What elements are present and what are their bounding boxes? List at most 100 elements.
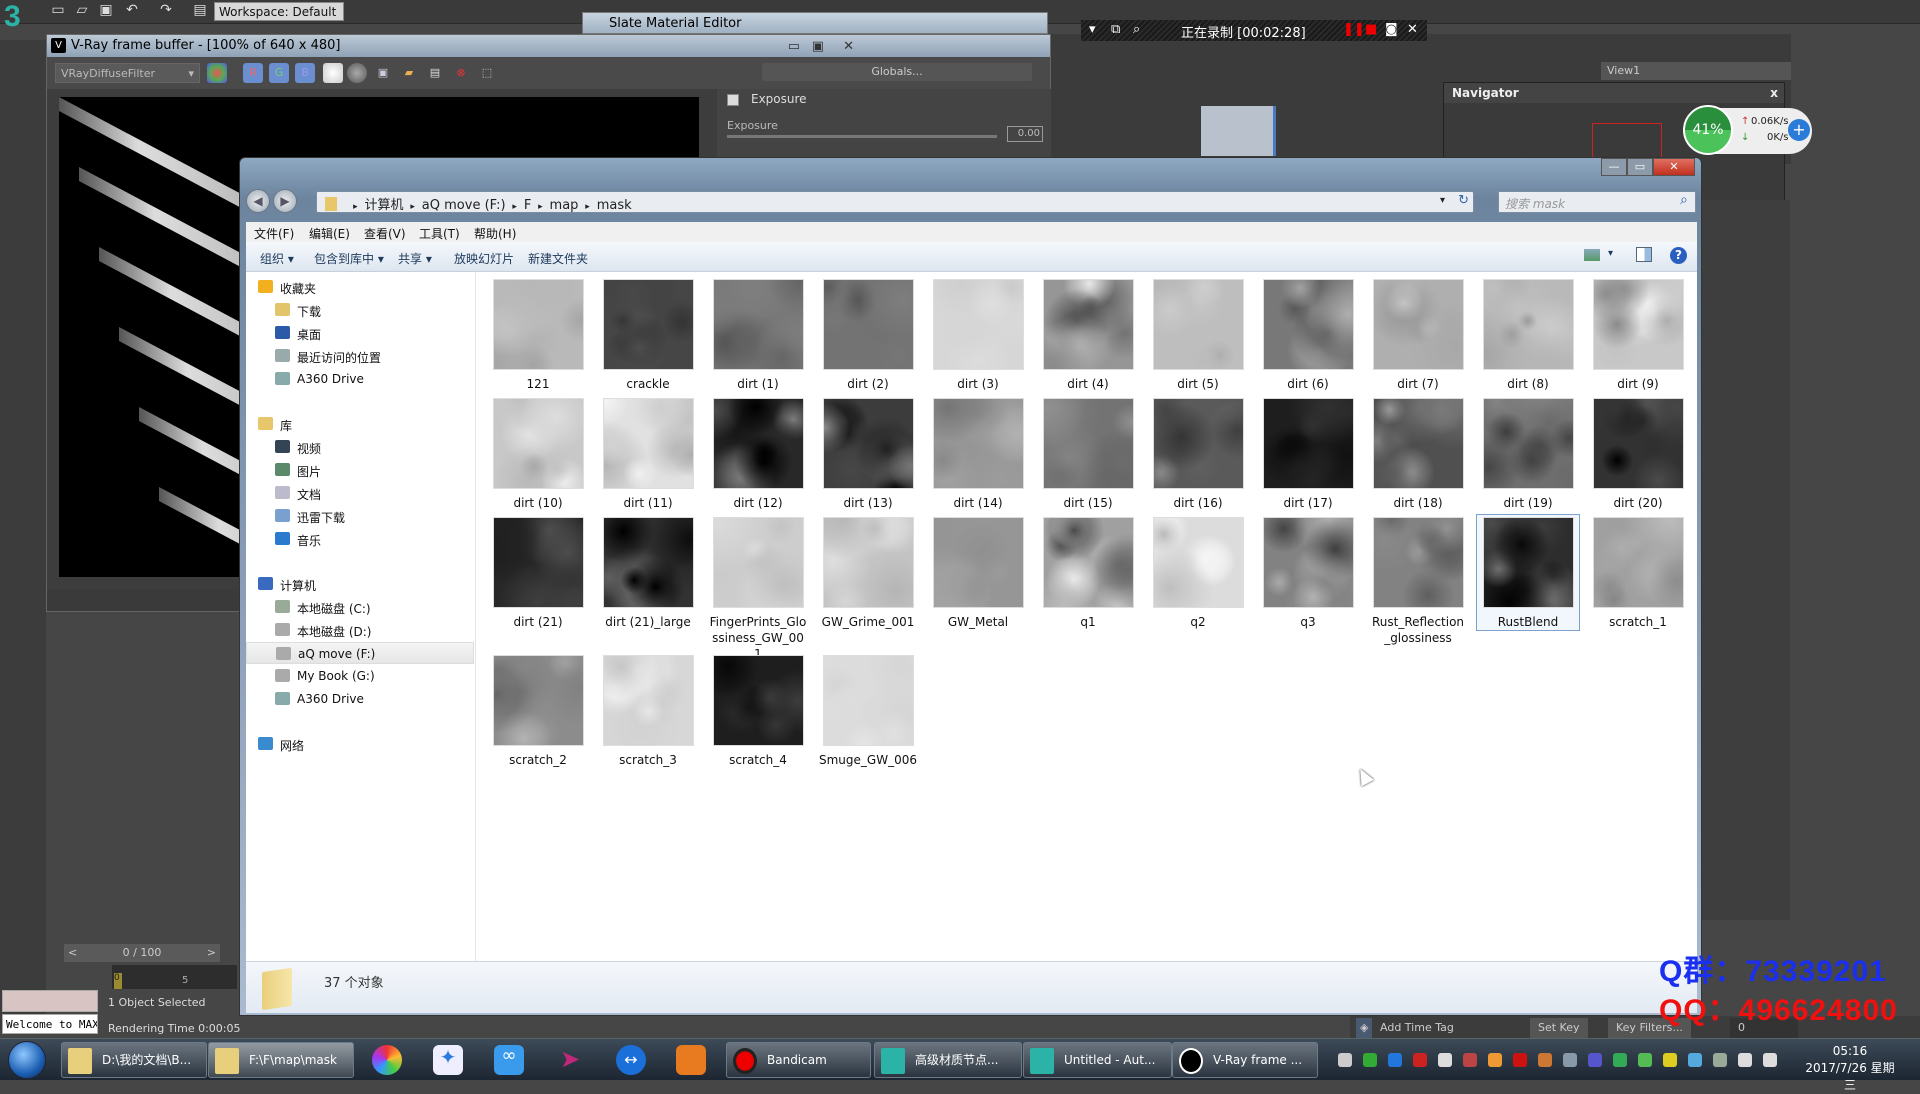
file-item[interactable]: q2 bbox=[1146, 514, 1250, 631]
redo-icon[interactable]: ↷ bbox=[156, 2, 176, 20]
address-bar[interactable]: ▸ 计算机 ▸ aQ move (F:) ▸ F ▸ map ▸ mask ▾ … bbox=[316, 191, 1474, 213]
command-button[interactable]: 新建文件夹 bbox=[528, 250, 588, 267]
search-input[interactable]: 搜索 mask bbox=[1498, 191, 1696, 213]
taskbar-item-explorer-mask[interactable]: F:\F\map\mask bbox=[208, 1042, 354, 1078]
tray-icon[interactable] bbox=[1638, 1053, 1652, 1067]
view-dropdown-icon[interactable]: ▾ bbox=[1608, 248, 1613, 259]
tray-icon[interactable] bbox=[1688, 1053, 1702, 1067]
file-item[interactable]: dirt (17) bbox=[1256, 395, 1360, 512]
breadcrumb-separator-icon[interactable]: ▸ bbox=[535, 202, 545, 212]
tray-icon[interactable] bbox=[1488, 1053, 1502, 1067]
taskbar-item-explorer-docs[interactable]: D:\我的文档\B... bbox=[61, 1042, 207, 1078]
nav-item[interactable]: A360 Drive bbox=[246, 368, 474, 390]
network-speed-widget[interactable]: 41% ↑ 0.06K/s ↓ 0K/s + bbox=[1683, 105, 1812, 155]
plus-icon[interactable]: + bbox=[1788, 119, 1810, 141]
tray-icon[interactable] bbox=[1563, 1053, 1577, 1067]
file-item[interactable]: dirt (21)_large bbox=[596, 514, 700, 631]
nav-item[interactable]: 视频 bbox=[246, 436, 474, 458]
save-icon[interactable]: ▣ bbox=[96, 2, 116, 20]
command-button[interactable]: 包含到库中 ▾ bbox=[314, 250, 384, 267]
file-item[interactable]: RustBlend bbox=[1476, 514, 1580, 631]
tray-icon[interactable] bbox=[1588, 1053, 1602, 1067]
minimize-icon[interactable]: ▭ bbox=[788, 39, 800, 54]
nav-item[interactable]: 音乐 bbox=[246, 528, 474, 550]
breadcrumb-item[interactable]: mask bbox=[597, 198, 632, 213]
search-icon[interactable]: ⌕ bbox=[1133, 22, 1140, 37]
undo-icon[interactable]: ↶ bbox=[122, 2, 142, 20]
preview-pane-icon[interactable] bbox=[1636, 247, 1652, 262]
file-item[interactable]: dirt (13) bbox=[816, 395, 920, 512]
set-key-button[interactable]: Set Key bbox=[1530, 1018, 1588, 1038]
taskbar-item-3dsmax[interactable]: Untitled - Aut... bbox=[1023, 1042, 1172, 1078]
load-icon[interactable]: ▰ bbox=[399, 63, 419, 83]
file-item[interactable]: dirt (8) bbox=[1476, 276, 1580, 393]
breadcrumb-separator-icon[interactable]: ▸ bbox=[408, 202, 418, 212]
vfb-titlebar[interactable]: V V-Ray frame buffer - [100% of 640 x 48… bbox=[47, 35, 1050, 57]
file-item[interactable]: q3 bbox=[1256, 514, 1360, 631]
next-frame-button[interactable]: > bbox=[207, 944, 216, 962]
file-item[interactable]: Rust_Reflection_glossiness bbox=[1366, 514, 1470, 647]
file-item[interactable]: scratch_1 bbox=[1586, 514, 1690, 631]
maxscript-listener-mini[interactable] bbox=[2, 990, 98, 1012]
nav-item[interactable]: 桌面 bbox=[246, 322, 474, 344]
tray-icon[interactable] bbox=[1738, 1053, 1752, 1067]
menu-item[interactable]: 编辑(E) bbox=[309, 225, 350, 242]
nav-item[interactable]: 图片 bbox=[246, 459, 474, 481]
file-item[interactable]: dirt (7) bbox=[1366, 276, 1470, 393]
file-item[interactable]: FingerPrints_Glossiness_GW_001 bbox=[706, 514, 810, 663]
taskbar-item-bandicam[interactable]: Bandicam bbox=[726, 1042, 871, 1078]
pinned-360browser-icon[interactable] bbox=[372, 1045, 402, 1075]
tray-icon[interactable] bbox=[1663, 1053, 1677, 1067]
camera-icon[interactable]: ◙ bbox=[1385, 22, 1398, 37]
file-item[interactable]: dirt (5) bbox=[1146, 276, 1250, 393]
new-file-icon[interactable]: ▭ bbox=[48, 2, 68, 20]
tray-icon[interactable] bbox=[1713, 1053, 1727, 1067]
tray-icon[interactable] bbox=[1413, 1053, 1427, 1067]
file-item[interactable]: GW_Grime_001 bbox=[816, 514, 920, 631]
file-item[interactable]: dirt (10) bbox=[486, 395, 590, 512]
tray-icon[interactable] bbox=[1538, 1053, 1552, 1067]
nav-item[interactable]: 网络 bbox=[246, 733, 474, 755]
back-button[interactable]: ◀ bbox=[246, 189, 270, 213]
close-button[interactable]: ✕ bbox=[1653, 158, 1695, 176]
time-slider[interactable]: < 0 / 100 > bbox=[64, 944, 220, 962]
change-view-icon[interactable] bbox=[1584, 249, 1600, 261]
file-item[interactable]: dirt (9) bbox=[1586, 276, 1690, 393]
breadcrumb-item[interactable]: aQ move (F:) bbox=[422, 198, 506, 213]
pinned-teamviewer-icon[interactable]: ↔ bbox=[616, 1045, 646, 1075]
menu-item[interactable]: 工具(T) bbox=[419, 225, 460, 242]
exposure-checkbox[interactable] bbox=[727, 94, 739, 106]
red-channel-button[interactable]: R bbox=[243, 63, 263, 83]
color-channels-icon[interactable] bbox=[207, 63, 227, 83]
nav-item[interactable]: 计算机 bbox=[246, 573, 474, 595]
help-icon[interactable]: ? bbox=[1670, 247, 1687, 264]
track-bar[interactable]: 0 5 bbox=[112, 965, 237, 989]
close-icon[interactable]: ✕ bbox=[843, 39, 854, 54]
search-icon[interactable]: ⌕ bbox=[1680, 192, 1688, 208]
tray-icon[interactable] bbox=[1338, 1053, 1352, 1067]
breadcrumb-item[interactable]: 计算机 bbox=[365, 198, 404, 213]
file-item[interactable]: dirt (14) bbox=[926, 395, 1030, 512]
breadcrumb-separator-icon[interactable]: ▸ bbox=[353, 202, 360, 212]
file-item[interactable]: GW_Metal bbox=[926, 514, 1030, 631]
exposure-slider[interactable] bbox=[727, 135, 997, 138]
breadcrumb-item[interactable]: F bbox=[524, 198, 531, 213]
maximize-button[interactable]: ▭ bbox=[1627, 158, 1653, 176]
pause-icon[interactable]: ❚❚ bbox=[1343, 22, 1365, 37]
taskbar-item-vfb[interactable]: V-Ray frame ... bbox=[1172, 1042, 1318, 1078]
file-item[interactable]: dirt (11) bbox=[596, 395, 700, 512]
breadcrumb-separator-icon[interactable]: ▸ bbox=[582, 202, 592, 212]
file-item[interactable]: dirt (3) bbox=[926, 276, 1030, 393]
file-item[interactable]: Smuge_GW_006 bbox=[816, 652, 920, 769]
view-select[interactable]: View1 bbox=[1601, 62, 1791, 80]
file-item[interactable]: dirt (18) bbox=[1366, 395, 1470, 512]
tray-icon[interactable] bbox=[1763, 1053, 1777, 1067]
maxscript-prompt[interactable]: Welcome to MAXScript bbox=[2, 1014, 98, 1034]
command-button[interactable]: 组织 ▾ bbox=[260, 250, 294, 267]
start-button[interactable] bbox=[8, 1041, 46, 1079]
alpha-icon[interactable] bbox=[323, 63, 343, 83]
nav-item[interactable]: 库 bbox=[246, 413, 474, 435]
address-dropdown-icon[interactable]: ▾ bbox=[1440, 195, 1445, 206]
file-item[interactable]: dirt (1) bbox=[706, 276, 810, 393]
command-button[interactable]: 放映幻灯片 bbox=[454, 250, 514, 267]
